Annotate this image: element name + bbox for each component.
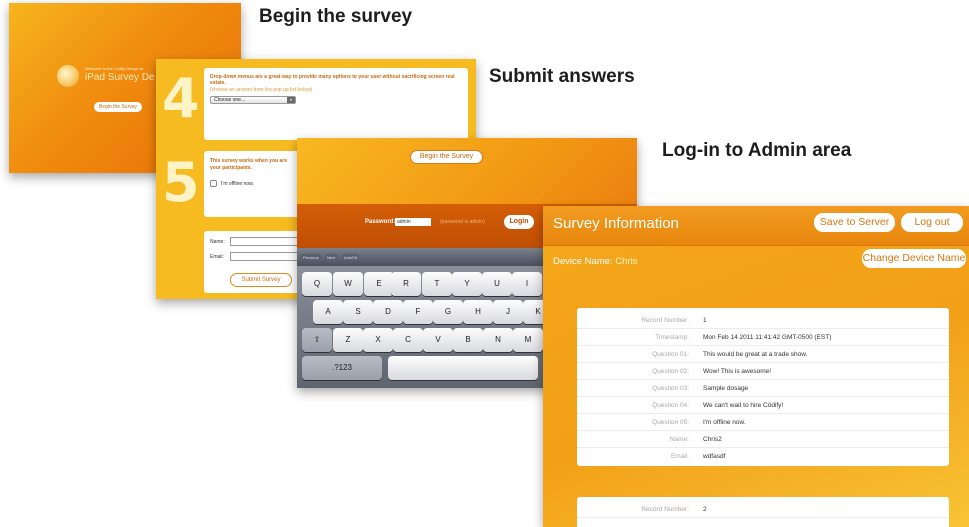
logout-button[interactable]: Log out	[901, 213, 963, 232]
field-label: Record Number:	[641, 317, 689, 324]
key-n[interactable]: N	[483, 328, 513, 352]
login-header: Begin the Survey	[297, 138, 637, 204]
key-g[interactable]: G	[433, 300, 463, 324]
page-title: Survey Information	[553, 215, 679, 232]
field-label: Timestamp:	[655, 334, 689, 341]
survey-information-screen: Survey Information Save to Server Log ou…	[543, 206, 969, 527]
welcome-text: Welcome to the Codify Design to	[85, 66, 144, 71]
submit-survey-button[interactable]: Submit Survey	[230, 273, 292, 287]
kb-next-button[interactable]: Next	[325, 254, 338, 261]
app-title: iPad Survey De	[85, 72, 155, 83]
question-number-5: 5	[162, 151, 200, 214]
kb-previous-button[interactable]: Previous	[301, 254, 321, 261]
email-label: Email:	[210, 254, 224, 260]
key-t[interactable]: T	[422, 272, 452, 296]
record-row: Question 04: We can't wait to hire Cödif…	[577, 397, 949, 414]
begin-survey-button[interactable]: Begin the Survey	[94, 102, 142, 112]
survey-record-2: Record Number: 2	[577, 497, 949, 527]
key-z[interactable]: Z	[333, 328, 363, 352]
key-j[interactable]: J	[493, 300, 523, 324]
password-input[interactable]: admin	[395, 218, 431, 226]
field-value: Chris2	[703, 436, 722, 443]
key-w[interactable]: W	[333, 272, 363, 296]
field-label: Record Number:	[641, 506, 689, 513]
field-value: Sample dosage	[703, 385, 749, 392]
record-row: Timestamp: Mon Feb 14 2011 11:41:42 GMT-…	[577, 329, 949, 346]
space-key[interactable]	[388, 356, 538, 380]
change-device-name-button[interactable]: Change Device Name	[862, 249, 966, 268]
shift-key-icon[interactable]: ⇧	[302, 328, 332, 352]
codify-logo-icon	[57, 65, 79, 87]
name-label: Name:	[210, 239, 225, 245]
field-label: Question 05:	[652, 419, 689, 426]
field-label: Question 02:	[652, 368, 689, 375]
begin-survey-button[interactable]: Begin the Survey	[410, 150, 483, 164]
caption-admin-login: Log-in to Admin area	[662, 140, 852, 161]
key-q[interactable]: Q	[302, 272, 332, 296]
record-row: Email: wdfasdf	[577, 448, 949, 465]
key-x[interactable]: X	[363, 328, 393, 352]
field-label: Question 01:	[652, 351, 689, 358]
admin-header: Survey Information Save to Server Log ou…	[543, 206, 969, 246]
record-row: Question 01: This would be great at a tr…	[577, 346, 949, 363]
field-value: This would be great at a trade show.	[703, 351, 808, 358]
field-label: Email:	[670, 453, 689, 460]
question-5-text-2: your participants.	[210, 165, 252, 171]
key-a[interactable]: A	[313, 300, 343, 324]
caption-submit-answers: Submit answers	[489, 66, 635, 87]
record-row: Name: Chris2	[577, 431, 949, 448]
question-4-subtext: (choose an answer from the pop up list b…	[210, 87, 313, 93]
numbers-key[interactable]: .?123	[302, 356, 382, 380]
field-value: We can't wait to hire Cödify!	[703, 402, 784, 409]
field-value: 1	[703, 317, 707, 324]
device-name-value: Chris	[615, 256, 638, 267]
key-d[interactable]: D	[373, 300, 403, 324]
key-m[interactable]: M	[513, 328, 543, 352]
key-i[interactable]: I	[512, 272, 542, 296]
record-row: Question 05: I'm offline now.	[577, 414, 949, 431]
key-b[interactable]: B	[453, 328, 483, 352]
record-row: Record Number: 1	[577, 312, 949, 329]
answer-dropdown[interactable]: Choose one... ▾	[210, 96, 296, 104]
question-4-card: Drop-down menus are a great way to provi…	[204, 68, 468, 140]
password-hint: (password is admin)	[440, 219, 485, 225]
key-e[interactable]: E	[364, 272, 394, 296]
key-c[interactable]: C	[393, 328, 423, 352]
save-to-server-button[interactable]: Save to Server	[814, 213, 895, 232]
key-y[interactable]: Y	[452, 272, 482, 296]
key-h[interactable]: H	[463, 300, 493, 324]
question-number-4: 4	[162, 67, 200, 130]
offline-checkbox-label: I'm offline now.	[221, 181, 254, 187]
key-u[interactable]: U	[482, 272, 512, 296]
key-r[interactable]: R	[391, 272, 421, 296]
key-v[interactable]: V	[423, 328, 453, 352]
question-5-text: This survey works when you are	[210, 158, 287, 164]
caption-begin-survey: Begin the survey	[259, 6, 413, 27]
login-button[interactable]: Login	[504, 215, 534, 229]
chevron-down-icon: ▾	[287, 97, 295, 103]
field-value: Wow! This is awesome!	[703, 368, 772, 375]
key-s[interactable]: S	[343, 300, 373, 324]
record-row: Record Number: 2	[577, 501, 949, 518]
field-label: Question 04:	[652, 402, 689, 409]
field-label: Question 03:	[652, 385, 689, 392]
field-label: Name:	[669, 436, 689, 443]
field-value: Mon Feb 14 2011 11:41:42 GMT-0500 (EST)	[703, 334, 832, 341]
record-row: Question 03: Sample dosage	[577, 380, 949, 397]
device-name-label: Device Name:	[553, 256, 613, 267]
field-value: 2	[703, 506, 707, 513]
password-label: Password:	[365, 219, 396, 225]
survey-record-1: Record Number: 1 Timestamp: Mon Feb 14 2…	[577, 308, 949, 466]
key-f[interactable]: F	[403, 300, 433, 324]
record-row: Question 02: Wow! This is awesome!	[577, 363, 949, 380]
kb-autofill-button[interactable]: AutoFill	[342, 254, 360, 261]
device-name-row: Device Name: Chris	[553, 256, 637, 267]
dropdown-value: Choose one...	[214, 97, 246, 103]
field-value: wdfasdf	[703, 453, 726, 460]
offline-checkbox[interactable]	[210, 180, 217, 187]
question-4-text: Drop-down menus are a great way to provi…	[210, 74, 455, 86]
field-value: I'm offline now.	[703, 419, 746, 426]
composite-stage: Begin the survey Submit answers Log-in t…	[0, 0, 969, 527]
